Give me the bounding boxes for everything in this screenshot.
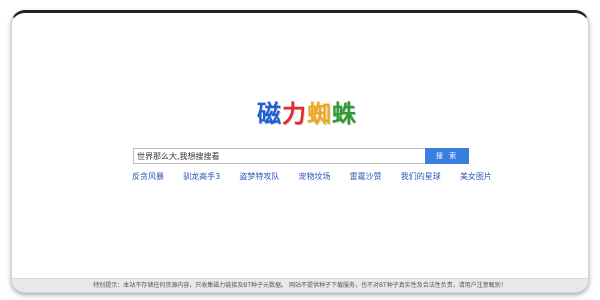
site-logo[interactable]: 磁 力 蜘 蛛 <box>242 91 372 131</box>
quick-link-7[interactable]: 美女图片 <box>460 171 492 182</box>
quick-link-5[interactable]: 雷霆沙赞 <box>350 171 382 182</box>
quick-links: 反贪风暴 驯龙高手3 盗梦特攻队 宠物坟场 雷霆沙赞 我们的星球 美女图片 <box>132 171 492 182</box>
logo-char-4: 蛛 <box>332 99 357 128</box>
quick-link-1[interactable]: 反贪风暴 <box>132 171 164 182</box>
search-bar: 搜 索 <box>133 148 469 164</box>
quick-link-2[interactable]: 驯龙高手3 <box>183 171 220 182</box>
footer-notice: 特别提示：本站不存储任何资源内容，只收集磁力链接及BT种子元数据。 网站不提供种… <box>12 278 588 292</box>
search-input[interactable] <box>133 148 425 164</box>
quick-link-6[interactable]: 我们的星球 <box>401 171 441 182</box>
quick-link-3[interactable]: 盗梦特攻队 <box>239 171 279 182</box>
quick-link-4[interactable]: 宠物坟场 <box>299 171 331 182</box>
logo-char-2: 力 <box>282 99 307 128</box>
browser-frame: 磁 力 蜘 蛛 搜 索 反贪风暴 驯龙高手3 盗梦特攻队 宠物坟场 雷霆沙赞 我… <box>11 10 589 293</box>
search-button[interactable]: 搜 索 <box>425 148 469 164</box>
logo-char-1: 磁 <box>257 99 282 128</box>
logo-char-3: 蜘 <box>307 99 332 128</box>
